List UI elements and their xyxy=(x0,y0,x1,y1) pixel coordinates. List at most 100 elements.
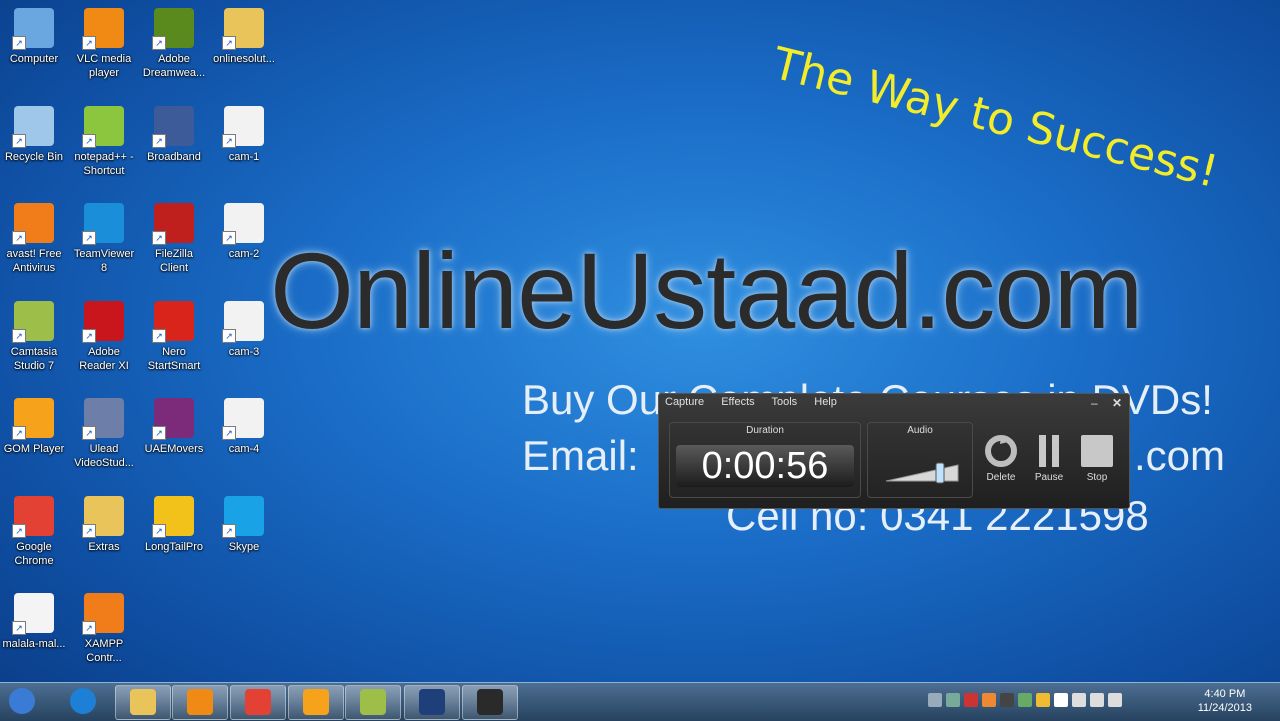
shortcut-icon: ↗ xyxy=(82,593,124,635)
desktop-icon-label: Nero StartSmart xyxy=(147,345,201,372)
taskbar-button-camtasia-recorder[interactable] xyxy=(462,685,518,720)
desktop-icon-label: Extras xyxy=(88,540,120,553)
menu-help[interactable]: Help xyxy=(814,396,837,408)
desktop-icon[interactable]: ↗ cam-2 xyxy=(210,203,278,261)
pause-label: Pause xyxy=(1034,472,1064,483)
tray-icon[interactable] xyxy=(1018,693,1032,707)
desktop-icon[interactable]: ↗ Skype xyxy=(210,495,278,554)
shortcut-arrow-icon: ↗ xyxy=(82,523,96,538)
desktop-icon-label: Adobe Dreamwea... xyxy=(142,53,206,79)
tray-icon[interactable] xyxy=(1000,693,1014,707)
desktop-icon[interactable]: ↗ Ulead VideoStud... xyxy=(70,398,138,470)
taskbar-button-gom-player[interactable] xyxy=(288,685,344,720)
audio-slider-knob xyxy=(935,462,945,484)
audio-level-meter[interactable] xyxy=(868,443,972,493)
desktop-icon[interactable]: ↗ notepad++ - Shortcut xyxy=(70,105,138,178)
volume-icon[interactable] xyxy=(1108,693,1122,707)
desktop-icon[interactable]: ↗ FileZilla Client xyxy=(140,203,208,275)
desktop-icon[interactable]: ↗ VLC media player xyxy=(70,8,138,80)
shortcut-arrow-icon: ↗ xyxy=(152,523,166,538)
shortcut-arrow-icon: ↗ xyxy=(222,133,236,148)
wallpaper-brand: OnlineUstaad.com xyxy=(270,230,1143,351)
desktop-icon[interactable]: ↗ cam-3 xyxy=(210,300,278,359)
recorder-window: Capture Effects Tools Help – ✕ Duration … xyxy=(658,393,1130,509)
desktop-icon[interactable]: ↗ avast! Free Antivirus xyxy=(0,203,68,275)
minimize-button[interactable]: – xyxy=(1091,396,1098,410)
shortcut-arrow-icon: ↗ xyxy=(152,426,166,440)
start-button[interactable] xyxy=(0,685,44,718)
shortcut-icon: ↗ xyxy=(82,203,124,245)
shortcut-icon: ↗ xyxy=(152,495,194,538)
desktop-icon[interactable]: ↗ XAMPP Contr... xyxy=(70,593,138,665)
shortcut-icon: ↗ xyxy=(82,300,124,343)
desktop-icon[interactable]: ↗ Broadband xyxy=(140,105,208,164)
desktop-icon-label: Adobe Reader XI xyxy=(79,345,129,372)
desktop-icon[interactable]: ↗ Adobe Reader XI xyxy=(70,300,138,373)
shortcut-icon: ↗ xyxy=(222,105,264,148)
desktop-icon-label: Ulead VideoStud... xyxy=(74,443,134,469)
flag-icon[interactable] xyxy=(1054,693,1068,707)
desktop-icon[interactable]: ↗ Recycle Bin xyxy=(0,105,68,164)
desktop-icon[interactable]: ↗ Nero StartSmart xyxy=(140,300,208,373)
shortcut-arrow-icon: ↗ xyxy=(12,523,26,538)
desktop-icon[interactable]: ↗ cam-1 xyxy=(210,105,278,164)
desktop-icon[interactable]: ↗ Extras xyxy=(70,495,138,554)
desktop-icon[interactable]: ↗ Camtasia Studio 7 xyxy=(0,300,68,373)
delete-button[interactable]: Delete xyxy=(979,434,1023,483)
pause-button[interactable]: Pause xyxy=(1027,434,1071,483)
tray-icon[interactable] xyxy=(928,693,942,707)
desktop-icon-label: avast! Free Antivirus xyxy=(6,248,62,274)
desktop-icon-label: cam-4 xyxy=(228,443,260,455)
shortcut-icon: ↗ xyxy=(222,8,264,50)
stop-label: Stop xyxy=(1086,472,1108,483)
shortcut-arrow-icon: ↗ xyxy=(12,621,26,635)
network-icon[interactable] xyxy=(1072,693,1086,707)
desktop-icon[interactable]: ↗ cam-4 xyxy=(210,398,278,456)
clock-date: 11/24/2013 xyxy=(1197,702,1252,714)
shortcut-icon: ↗ xyxy=(222,398,264,440)
taskbar-button-media-player[interactable] xyxy=(172,685,228,720)
tray-icon[interactable] xyxy=(964,693,978,707)
desktop-icon-label: onlinesolut... xyxy=(213,53,275,65)
audio-panel: Audio xyxy=(867,422,973,498)
menu-effects[interactable]: Effects xyxy=(721,396,754,408)
taskbar-button-camtasia[interactable] xyxy=(345,685,401,720)
duration-panel: Duration 0:00:56 xyxy=(669,422,861,498)
menu-capture[interactable]: Capture xyxy=(665,396,704,408)
taskbar-button-chrome[interactable] xyxy=(230,685,286,720)
tray-icon[interactable] xyxy=(946,693,960,707)
stop-button[interactable]: Stop xyxy=(1075,434,1119,483)
desktop-icon-label: XAMPP Contr... xyxy=(84,638,124,664)
shortcut-arrow-icon: ↗ xyxy=(152,328,166,343)
desktop-icon[interactable]: ↗ UAEMovers xyxy=(140,398,208,456)
desktop-icon-label: LongTailPro xyxy=(144,540,204,553)
clock[interactable]: 4:40 PM 11/24/2013 xyxy=(1198,687,1252,715)
shortcut-arrow-icon: ↗ xyxy=(12,36,26,50)
desktop-icon-label: Broadband xyxy=(147,150,201,163)
desktop-icon[interactable]: ↗ GOM Player xyxy=(0,398,68,456)
menu-tools[interactable]: Tools xyxy=(772,396,798,408)
tray-icon[interactable] xyxy=(1036,693,1050,707)
desktop-icon[interactable]: ↗ Adobe Dreamwea... xyxy=(140,8,208,80)
desktop-icon[interactable]: ↗ TeamViewer 8 xyxy=(70,203,138,275)
taskbar-button-internet-explorer[interactable] xyxy=(56,685,110,718)
shortcut-arrow-icon: ↗ xyxy=(12,426,26,440)
desktop-icon[interactable]: ↗ Google Chrome xyxy=(0,495,68,568)
audio-level-ramp xyxy=(885,464,959,482)
tray-icon[interactable] xyxy=(982,693,996,707)
desktop-icon[interactable]: ↗ malala-mal... xyxy=(0,593,68,651)
shortcut-icon: ↗ xyxy=(12,203,54,245)
desktop-icon[interactable]: ↗ LongTailPro xyxy=(140,495,208,554)
desktop-icon[interactable]: ↗ Computer xyxy=(0,8,68,66)
desktop-icon-label: FileZilla Client xyxy=(155,248,193,274)
shortcut-arrow-icon: ↗ xyxy=(222,36,236,50)
shortcut-icon: ↗ xyxy=(12,300,54,343)
wallpaper-tagline: The Way to Success! xyxy=(767,38,1223,198)
taskbar-button-explorer[interactable] xyxy=(115,685,171,720)
display-icon[interactable] xyxy=(1090,693,1104,707)
shortcut-icon: ↗ xyxy=(82,495,124,538)
desktop-icon-label: GOM Player xyxy=(3,443,65,455)
close-button[interactable]: ✕ xyxy=(1112,396,1122,410)
desktop-icon[interactable]: ↗ onlinesolut... xyxy=(210,8,278,66)
taskbar-button-photoshop[interactable] xyxy=(404,685,460,720)
